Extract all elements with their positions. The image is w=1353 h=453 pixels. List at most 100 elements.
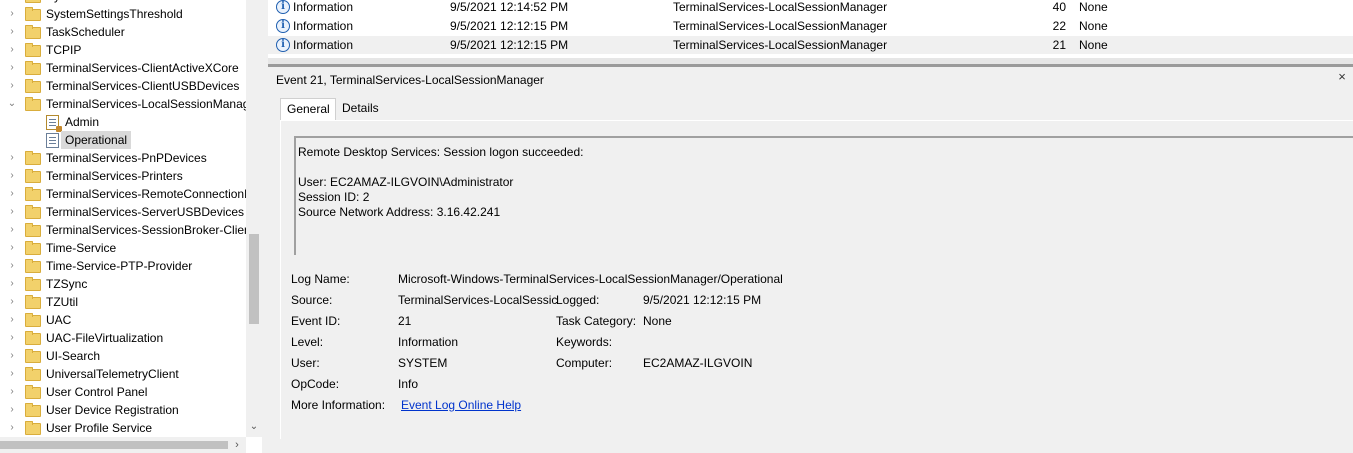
general-tab-content: Remote Desktop Services: Session logon s… — [280, 120, 1353, 439]
folder-icon — [25, 7, 41, 21]
event-row[interactable]: i Information 9/5/2021 12:14:52 PM Termi… — [268, 0, 1353, 16]
expand-chevron-icon[interactable]: › — [7, 383, 17, 401]
tree-item-terminalservices-clientusbdevices[interactable]: › TerminalServices-ClientUSBDevices — [0, 77, 246, 95]
expand-chevron-icon[interactable]: › — [7, 77, 17, 95]
folder-icon — [25, 349, 41, 363]
folder-icon — [25, 241, 41, 255]
folder-icon — [25, 79, 41, 93]
event-id: 40 — [1052, 0, 1066, 14]
tree-item-systemsettingsthreshold[interactable]: › SystemSettingsThreshold — [0, 5, 246, 23]
tree-item-uac-filevirtualization[interactable]: › UAC-FileVirtualization — [0, 329, 246, 347]
folder-icon — [25, 421, 41, 435]
expand-chevron-icon[interactable]: › — [7, 347, 17, 365]
event-list: i Information 9/5/2021 12:14:52 PM Termi… — [268, 0, 1353, 60]
tree-item-time-service[interactable]: › Time-Service — [0, 239, 246, 257]
event-log-icon — [46, 133, 59, 148]
user-value: SYSTEM — [398, 356, 448, 370]
expand-chevron-icon[interactable]: › — [7, 401, 17, 419]
event-source: TerminalServices-LocalSessionManager — [673, 0, 888, 14]
event-id-label: Event ID: — [291, 314, 341, 328]
folder-icon — [25, 367, 41, 381]
message-line: User: EC2AMAZ-ILGVOIN\Administrator — [298, 175, 514, 189]
event-id: 22 — [1052, 19, 1066, 33]
expand-chevron-icon[interactable]: › — [7, 275, 17, 293]
tree-horizontal-scrollbar[interactable]: › — [0, 437, 246, 453]
expand-chevron-icon[interactable]: › — [7, 185, 17, 203]
expand-chevron-icon[interactable]: › — [7, 365, 17, 383]
expand-chevron-icon[interactable]: › — [7, 203, 17, 221]
event-level: Information — [293, 19, 354, 33]
tree-item-user-device-registration[interactable]: › User Device Registration — [0, 401, 246, 419]
expand-chevron-icon[interactable]: › — [7, 5, 17, 23]
tree-item-operational[interactable]: Operational — [0, 131, 246, 149]
folder-icon — [25, 205, 41, 219]
event-detail-pane: Event 21, TerminalServices-LocalSessionM… — [268, 67, 1353, 453]
tree-item-ui-search[interactable]: › UI-Search — [0, 347, 246, 365]
tree-item-terminalservices-pnpdevices[interactable]: › TerminalServices-PnPDevices — [0, 149, 246, 167]
event-log-online-help-link[interactable]: Event Log Online Help — [401, 395, 521, 416]
tree-item-terminalservices-clientactivexcore[interactable]: › TerminalServices-ClientActiveXCore — [0, 59, 246, 77]
event-message-box[interactable]: Remote Desktop Services: Session logon s… — [294, 136, 1353, 255]
tree-item-label: User Device Registration — [46, 403, 179, 417]
event-row[interactable]: i Information 9/5/2021 12:12:15 PM Termi… — [268, 17, 1353, 35]
expand-chevron-icon[interactable]: › — [7, 329, 17, 347]
tree-item-user-profile-service[interactable]: › User Profile Service — [0, 419, 246, 437]
close-icon[interactable]: × — [1335, 69, 1349, 85]
folder-icon — [25, 97, 41, 111]
source-value: TerminalServices-LocalSessic — [398, 293, 558, 307]
expand-chevron-icon[interactable]: › — [7, 167, 17, 185]
tree-item-time-service-ptp-provider[interactable]: › Time-Service-PTP-Provider — [0, 257, 246, 275]
scroll-right-arrow-icon[interactable]: › — [229, 437, 245, 453]
message-line: Remote Desktop Services: Session logon s… — [298, 145, 584, 159]
tree-item-label: Operational — [61, 131, 132, 149]
tree-item-label: TerminalServices-ClientUSBDevices — [46, 79, 240, 93]
source-label: Source: — [291, 293, 333, 307]
folder-icon — [25, 187, 41, 201]
event-row-selected[interactable]: i Information 9/5/2021 12:12:15 PM Termi… — [268, 36, 1353, 54]
expand-chevron-icon[interactable]: › — [7, 59, 17, 77]
expand-chevron-icon[interactable]: › — [7, 293, 17, 311]
tree-item-label: TerminalServices-RemoteConnectionM — [46, 187, 255, 201]
event-task-category: None — [1079, 38, 1108, 52]
tree-item-uac[interactable]: › UAC — [0, 311, 246, 329]
expand-chevron-icon[interactable]: › — [7, 23, 17, 41]
folder-icon — [25, 61, 41, 75]
tree-item-admin[interactable]: Admin — [0, 113, 246, 132]
tree-item-label: User Control Panel — [46, 385, 148, 399]
tree-vertical-scroll-thumb[interactable] — [249, 234, 259, 324]
scroll-down-arrow-icon[interactable]: ⌄ — [246, 418, 262, 436]
tree-item-tzsync[interactable]: › TZSync — [0, 275, 246, 293]
folder-icon — [25, 403, 41, 417]
tree-horizontal-scroll-thumb[interactable] — [0, 441, 228, 449]
tree-item-tcpip[interactable]: › TCPIP — [0, 41, 246, 59]
expand-chevron-icon[interactable]: › — [7, 419, 17, 437]
tree-item-terminalservices-serverusbdevices[interactable]: › TerminalServices-ServerUSBDevices — [0, 203, 246, 221]
expand-chevron-icon[interactable]: › — [7, 311, 17, 329]
tree-item-tzutil[interactable]: › TZUtil — [0, 293, 246, 311]
folder-icon — [25, 223, 41, 237]
tree-item-terminalservices-printers[interactable]: › TerminalServices-Printers — [0, 167, 246, 185]
logged-value: 9/5/2021 12:12:15 PM — [643, 293, 762, 307]
tree-item-taskscheduler[interactable]: › TaskScheduler — [0, 23, 246, 41]
expand-chevron-icon[interactable]: › — [7, 257, 17, 275]
event-level: Information — [293, 0, 354, 14]
opcode-label: OpCode: — [291, 377, 340, 391]
tree-item-terminalservices-remoteconnectionm[interactable]: › TerminalServices-RemoteConnectionM — [0, 185, 254, 203]
expand-chevron-icon[interactable]: › — [7, 239, 17, 257]
tree-item-user-control-panel[interactable]: › User Control Panel — [0, 383, 246, 401]
event-task-category: None — [1079, 0, 1108, 14]
tree-vertical-scrollbar[interactable] — [246, 0, 262, 437]
tree-item-terminalservices-localsessionmanag[interactable]: ⌄ TerminalServices-LocalSessionManag — [0, 95, 250, 113]
tab-general[interactable]: General — [280, 98, 336, 121]
tree-item-label: TerminalServices-LocalSessionManag — [46, 97, 250, 111]
expand-chevron-icon[interactable]: › — [7, 149, 17, 167]
collapse-chevron-icon[interactable]: ⌄ — [7, 95, 17, 113]
folder-icon — [25, 295, 41, 309]
tree-item-terminalservices-sessionbroker-clien[interactable]: › TerminalServices-SessionBroker-Clien — [0, 221, 251, 239]
tree-item-universaltelemetryclient[interactable]: › UniversalTelemetryClient — [0, 365, 246, 383]
expand-chevron-icon[interactable]: › — [7, 41, 17, 59]
tab-details[interactable]: Details — [336, 98, 385, 119]
message-line: Source Network Address: 3.16.42.241 — [298, 205, 501, 219]
log-tree-pane: ›SystemDataArchiver›SystemSettingsThresh… — [0, 0, 262, 453]
expand-chevron-icon[interactable]: › — [7, 221, 17, 239]
